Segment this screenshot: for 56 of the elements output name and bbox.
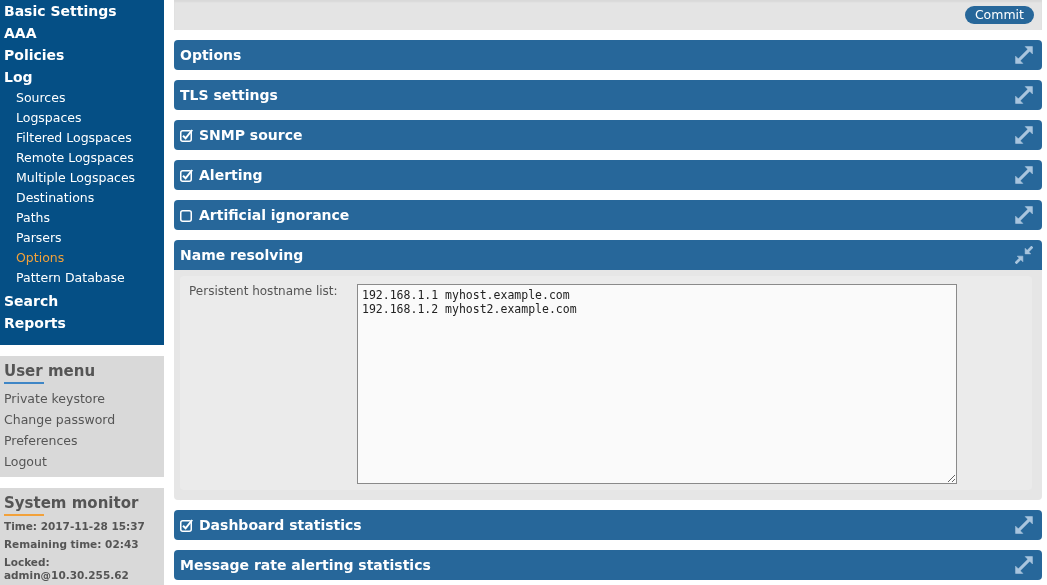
expand-icon[interactable] <box>1015 556 1033 574</box>
commit-button[interactable]: Commit <box>964 6 1034 24</box>
nav-sublink[interactable]: Multiple Logspaces <box>16 168 136 188</box>
panel-title: User menu <box>4 361 96 382</box>
checked-checkbox-icon[interactable] <box>180 168 193 182</box>
expand-icon[interactable] <box>1015 46 1033 64</box>
nav-link[interactable]: Reports <box>4 312 66 334</box>
section-title: SNMP source <box>199 127 303 143</box>
nav-link[interactable]: AAA <box>4 22 37 44</box>
nav-link[interactable]: Search <box>4 290 59 312</box>
menu-link[interactable]: Private keystore <box>4 388 106 409</box>
section-title: Name resolving <box>180 247 304 263</box>
expand-icon[interactable] <box>1015 86 1033 104</box>
section-title: TLS settings <box>180 87 278 103</box>
nav-link[interactable]: Log <box>4 66 33 88</box>
collapse-icon[interactable] <box>1015 246 1033 264</box>
nav-sublink[interactable]: Filtered Logspaces <box>16 128 132 148</box>
section-header[interactable]: Name resolving <box>174 240 1042 270</box>
nav-sublink[interactable]: Sources <box>16 88 66 108</box>
hostname-list-field[interactable]: 192.168.1.1 myhost.example.com 192.168.1.2 myhost2.example.com <box>357 284 957 484</box>
section-header[interactable]: Message rate alerting statistics <box>174 550 1042 580</box>
monitor-text: Locked: admin@10.30.255.62 <box>4 556 130 582</box>
expand-icon[interactable] <box>1015 166 1033 184</box>
section-header[interactable]: Alerting <box>174 160 1042 190</box>
menu-link[interactable]: Logout <box>4 451 47 472</box>
section-header[interactable]: Dashboard statistics <box>174 510 1042 540</box>
checked-checkbox-icon[interactable] <box>180 128 193 142</box>
expand-icon[interactable] <box>1015 206 1033 224</box>
nav-sublink[interactable]: Pattern Database <box>16 268 125 288</box>
nav-sublink[interactable]: Logspaces <box>16 108 82 128</box>
nav-link[interactable]: Policies <box>4 44 65 66</box>
section-header[interactable]: Artificial ignorance <box>174 200 1042 230</box>
nav-sublink[interactable]: Remote Logspaces <box>16 148 134 168</box>
nav-sublink[interactable]: Options <box>16 248 65 268</box>
menu-link[interactable]: Change password <box>4 409 116 430</box>
field-label: Persistent hostname list: <box>189 284 339 298</box>
expand-icon[interactable] <box>1015 516 1033 534</box>
section-header[interactable]: Options <box>174 40 1042 70</box>
nav-sublink[interactable]: Parsers <box>16 228 62 248</box>
panel-title: System monitor <box>4 493 139 514</box>
nav-sublink[interactable]: Destinations <box>16 188 95 208</box>
monitor-text: Remaining time: 02:43 <box>4 538 139 551</box>
section-header[interactable]: SNMP source <box>174 120 1042 150</box>
section-title: Options <box>180 47 242 63</box>
section-title: Artificial ignorance <box>199 207 350 223</box>
checked-checkbox-icon[interactable] <box>180 518 193 532</box>
section-title: Dashboard statistics <box>199 517 362 533</box>
nav-link[interactable]: Basic Settings <box>4 0 117 22</box>
checkbox-icon[interactable] <box>180 208 193 222</box>
expand-icon[interactable] <box>1015 126 1033 144</box>
monitor-text: Time: 2017-11-28 15:37 <box>4 520 145 533</box>
nav-sublink[interactable]: Paths <box>16 208 50 228</box>
menu-link[interactable]: Preferences <box>4 430 78 451</box>
section-title: Alerting <box>199 167 263 183</box>
section-title: Message rate alerting statistics <box>180 557 431 573</box>
section-header[interactable]: TLS settings <box>174 80 1042 110</box>
